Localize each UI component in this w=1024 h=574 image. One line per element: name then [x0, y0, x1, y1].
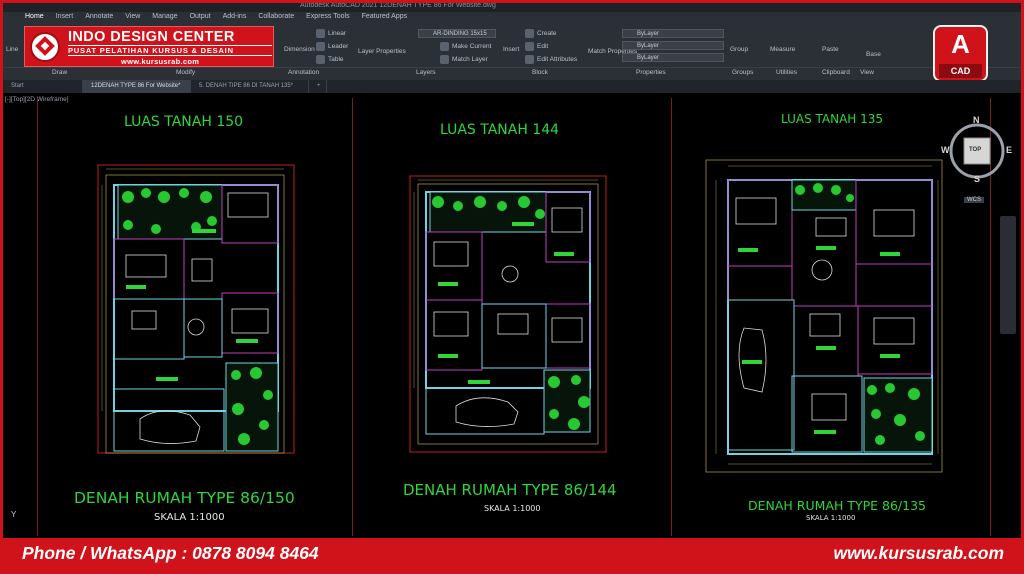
- layer-properties-button[interactable]: Layer Properties: [358, 48, 406, 55]
- edit-block-button[interactable]: Edit: [525, 42, 548, 51]
- sheet-border-left: [37, 98, 38, 536]
- panel-utilities[interactable]: Utilities: [776, 69, 797, 76]
- leader-icon: [316, 42, 325, 51]
- logo-url: www.kursusrab.com: [121, 57, 200, 66]
- compass-east[interactable]: E: [1006, 145, 1012, 155]
- panel-draw[interactable]: Draw: [52, 69, 67, 76]
- plan-3-drawing: [704, 158, 944, 474]
- ribbon-panel-labels: Draw Modify Annotation Layers Block Prop…: [0, 67, 1024, 78]
- make-current-button[interactable]: Make Current: [440, 42, 491, 51]
- tab-collaborate[interactable]: Collaborate: [258, 13, 294, 25]
- line-tool[interactable]: Line: [6, 46, 18, 53]
- view-cube-top-face[interactable]: TOP: [969, 147, 981, 153]
- edit-attributes-icon: [525, 55, 534, 64]
- plan-1-drawing: [96, 163, 296, 455]
- plan-2-scale: SKALA 1:1000: [484, 504, 541, 513]
- plan-2-drawing: [408, 174, 608, 454]
- panel-annotation[interactable]: Annotation: [288, 69, 319, 76]
- tab-manage[interactable]: Manage: [152, 13, 177, 25]
- base-button[interactable]: Base: [866, 51, 881, 58]
- autocad-label: CAD: [939, 64, 982, 78]
- plan-2-area-title: LUAS TANAH 144: [440, 122, 560, 138]
- table-tool[interactable]: Table: [316, 55, 344, 64]
- logo-title: INDO DESIGN CENTER: [68, 29, 235, 45]
- create-block-button[interactable]: Create: [525, 29, 557, 38]
- panel-properties[interactable]: Properties: [636, 69, 666, 76]
- website-text: www.kursusrab.com: [833, 543, 1004, 563]
- phone-whatsapp-text: Phone / WhatsApp : 0878 8094 8464: [22, 543, 319, 563]
- plan-1-area-title: LUAS TANAH 150: [124, 114, 244, 130]
- dimension-tool[interactable]: Dimension: [284, 46, 315, 53]
- plan-3-area-title: LUAS TANAH 135: [781, 112, 884, 126]
- plan-3-scale: SKALA 1:1000: [806, 514, 856, 522]
- edit-attributes-button[interactable]: Edit Attributes: [525, 55, 577, 64]
- linear-tool[interactable]: Linear: [316, 29, 346, 38]
- make-current-icon: [440, 42, 449, 51]
- brand-logo: INDO DESIGN CENTER PUSAT PELATIHAN KURSU…: [24, 26, 274, 67]
- navigation-bar[interactable]: [1000, 216, 1016, 334]
- leader-tool[interactable]: Leader: [316, 42, 348, 51]
- color-combo[interactable]: ByLayer: [622, 29, 724, 38]
- window-title: Autodesk AutoCAD 2021 12DENAH TYPE 86 Fo…: [0, 0, 1024, 12]
- insert-block-button[interactable]: Insert: [503, 46, 519, 53]
- edit-icon: [525, 42, 534, 51]
- panel-view[interactable]: View: [860, 69, 874, 76]
- ucs-y-axis-label: Y: [11, 510, 17, 519]
- contact-footer: Phone / WhatsApp : 0878 8094 8464 www.ku…: [0, 538, 1024, 574]
- sheet-divider-1: [352, 98, 353, 536]
- tab-addins[interactable]: Add-ins: [223, 13, 247, 25]
- logo-emblem-icon: [30, 32, 60, 62]
- layer-combo[interactable]: AR-DINDING 15x15: [418, 29, 496, 38]
- tab-view[interactable]: View: [125, 13, 140, 25]
- tab-output[interactable]: Output: [190, 13, 211, 25]
- view-cube[interactable]: N S E W TOP: [940, 114, 1018, 209]
- wcs-menu[interactable]: WCS: [964, 197, 984, 203]
- panel-block[interactable]: Block: [532, 69, 548, 76]
- create-icon: [525, 29, 534, 38]
- tab-express-tools[interactable]: Express Tools: [306, 13, 349, 25]
- logo-subtitle: PUSAT PELATIHAN KURSUS & DESAIN: [68, 45, 272, 56]
- plan-1-scale: SKALA 1:1000: [154, 512, 225, 523]
- match-layer-icon: [440, 55, 449, 64]
- doc-tab-start[interactable]: Start: [3, 80, 83, 93]
- plan-3-name: DENAH RUMAH TYPE 86/135: [748, 498, 926, 513]
- document-tabs: Start 12DENAH TYPE 86 For Website* 5. DE…: [3, 80, 1021, 93]
- panel-modify[interactable]: Modify: [176, 69, 195, 76]
- panel-clipboard[interactable]: Clipboard: [822, 69, 850, 76]
- panel-layers[interactable]: Layers: [416, 69, 436, 76]
- autocad-badge: A CAD: [933, 25, 988, 82]
- linetype-combo[interactable]: ByLayer: [622, 41, 724, 50]
- new-tab-button[interactable]: +: [309, 80, 327, 93]
- doc-tab-type86-website[interactable]: 12DENAH TYPE 86 For Website*: [83, 80, 191, 93]
- group-button[interactable]: Group: [730, 46, 748, 53]
- table-icon: [316, 55, 325, 64]
- compass-north[interactable]: N: [973, 115, 980, 125]
- compass-west[interactable]: W: [941, 145, 950, 155]
- panel-groups[interactable]: Groups: [732, 69, 753, 76]
- tab-featured-apps[interactable]: Featured Apps: [362, 13, 408, 25]
- sheet-divider-2: [671, 98, 672, 536]
- measure-button[interactable]: Measure: [770, 46, 795, 53]
- compass-south[interactable]: S: [974, 174, 980, 184]
- ribbon-tabs: Home Insert Annotate View Manage Output …: [25, 13, 407, 25]
- doc-tab-type86-135[interactable]: 5. DENAH TIPE 86 DI TANAH 135*: [191, 80, 309, 93]
- match-layer-button[interactable]: Match Layer: [440, 55, 488, 64]
- plan-1-name: DENAH RUMAH TYPE 86/150: [74, 489, 295, 507]
- tab-insert[interactable]: Insert: [56, 13, 74, 25]
- linear-icon: [316, 29, 325, 38]
- paste-button[interactable]: Paste: [822, 46, 839, 53]
- autocad-logo-icon: A: [951, 29, 970, 59]
- tab-annotate[interactable]: Annotate: [85, 13, 113, 25]
- plan-2-name: DENAH RUMAH TYPE 86/144: [403, 481, 617, 499]
- lineweight-combo[interactable]: ByLayer: [622, 53, 724, 62]
- tab-home[interactable]: Home: [25, 13, 44, 25]
